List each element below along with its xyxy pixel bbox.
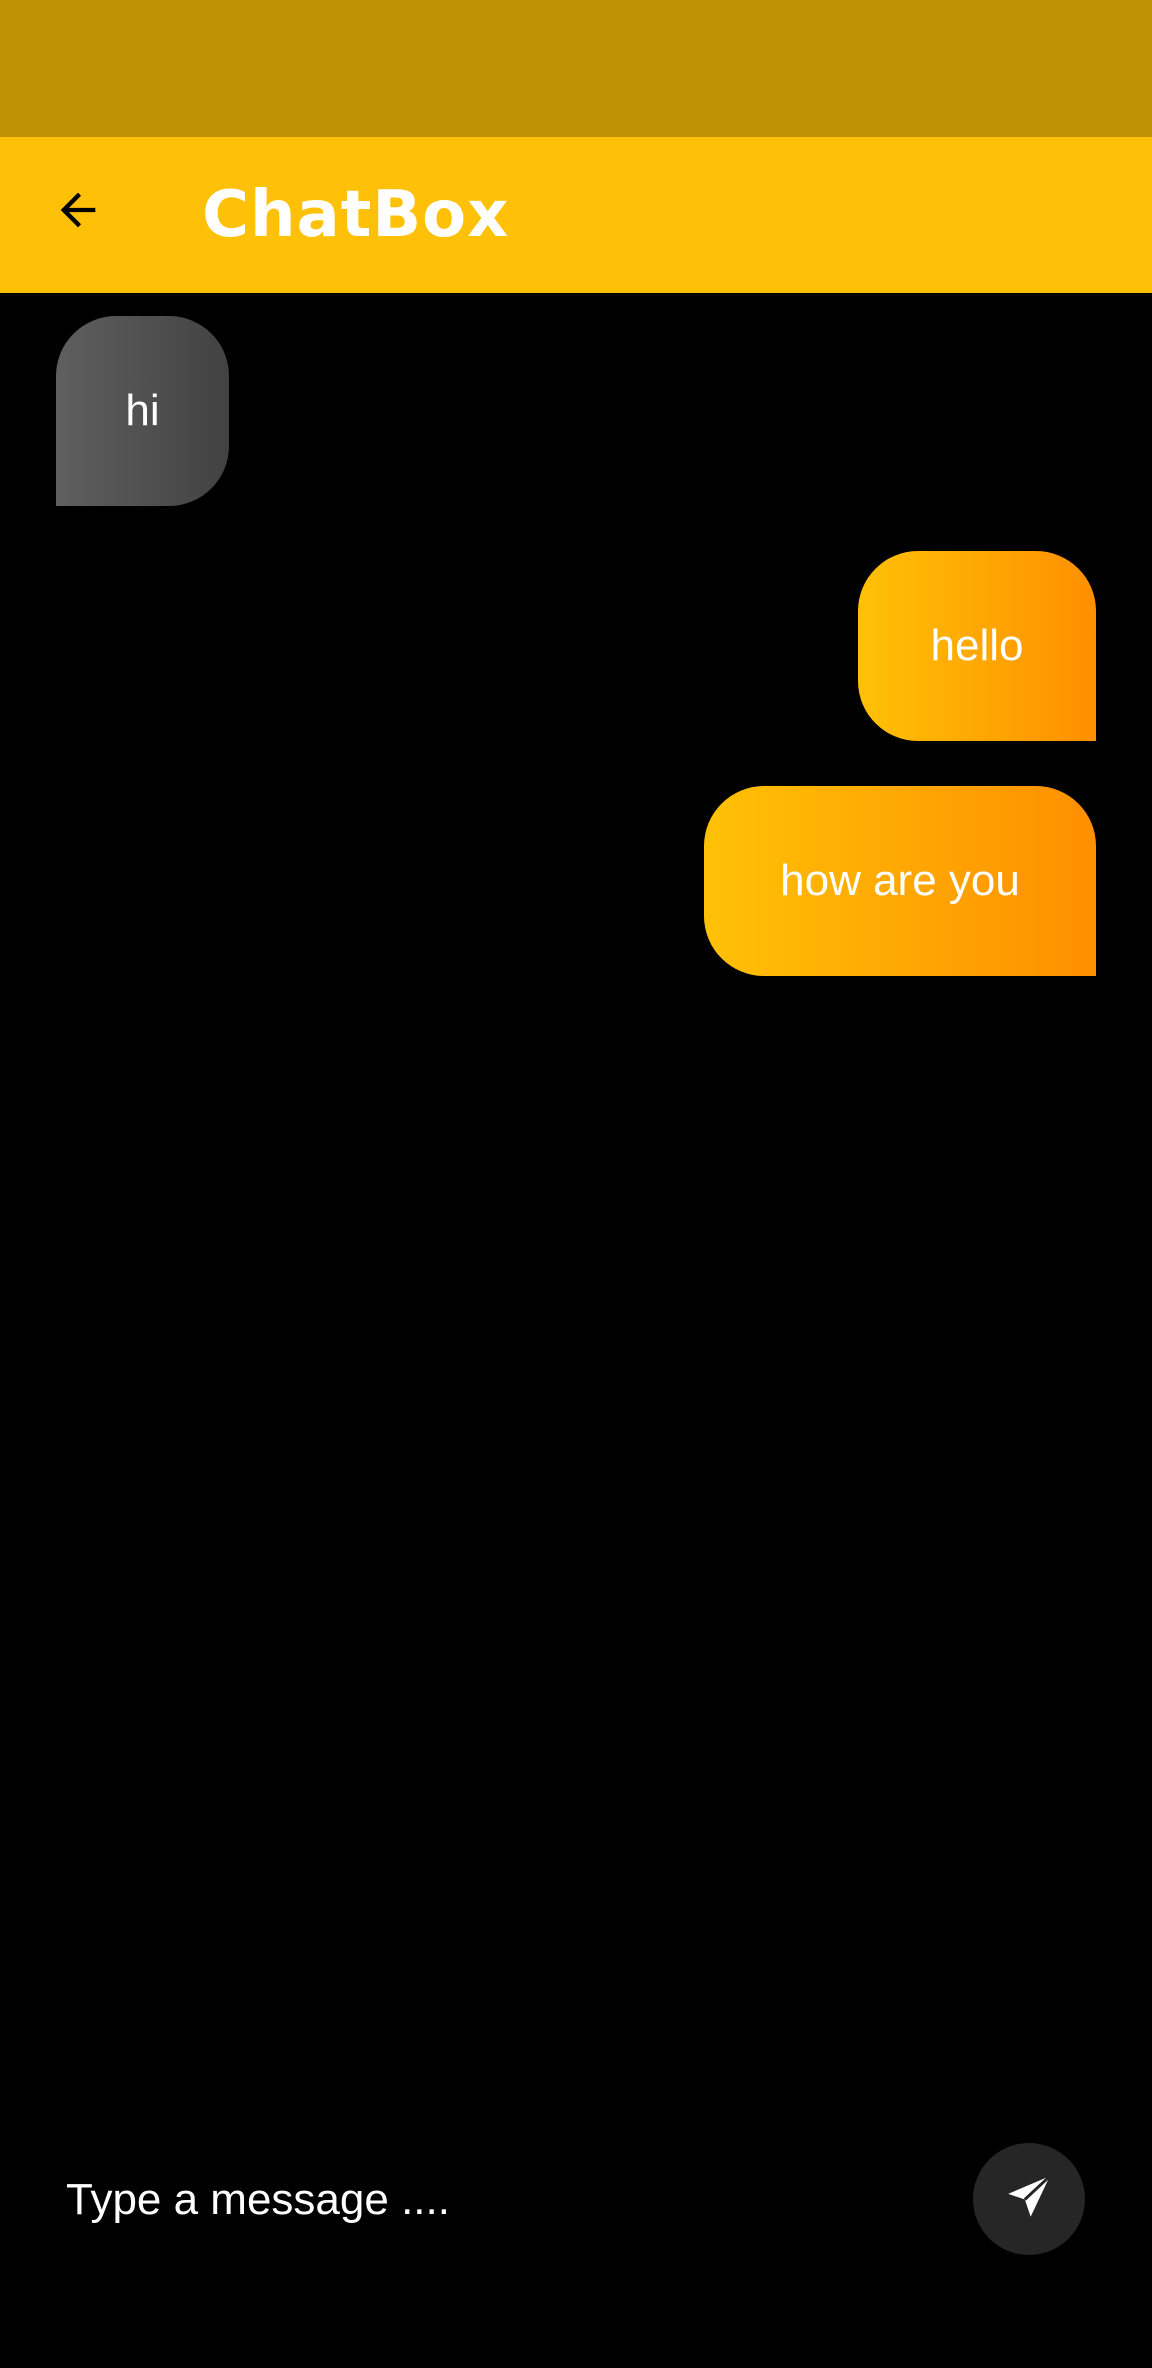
message-text: how are you (780, 856, 1020, 905)
message-bubble-received: hi (56, 316, 229, 506)
app-bar: ChatBox (0, 137, 1152, 293)
message-bubble-sent: hello (858, 551, 1096, 741)
back-button[interactable] (38, 172, 118, 252)
message-bubble-sent: how are you (704, 786, 1096, 976)
send-button[interactable] (973, 2143, 1085, 2255)
message-input[interactable] (66, 2160, 926, 2240)
message-list[interactable]: hi hello how are you (0, 293, 1152, 2093)
status-bar (0, 0, 1152, 137)
message-text: hi (125, 386, 160, 435)
arrow-back-icon (52, 184, 104, 241)
send-icon (1004, 2172, 1054, 2227)
message-composer (0, 2130, 1152, 2270)
app-title: ChatBox (202, 178, 510, 252)
message-text: hello (930, 621, 1024, 670)
